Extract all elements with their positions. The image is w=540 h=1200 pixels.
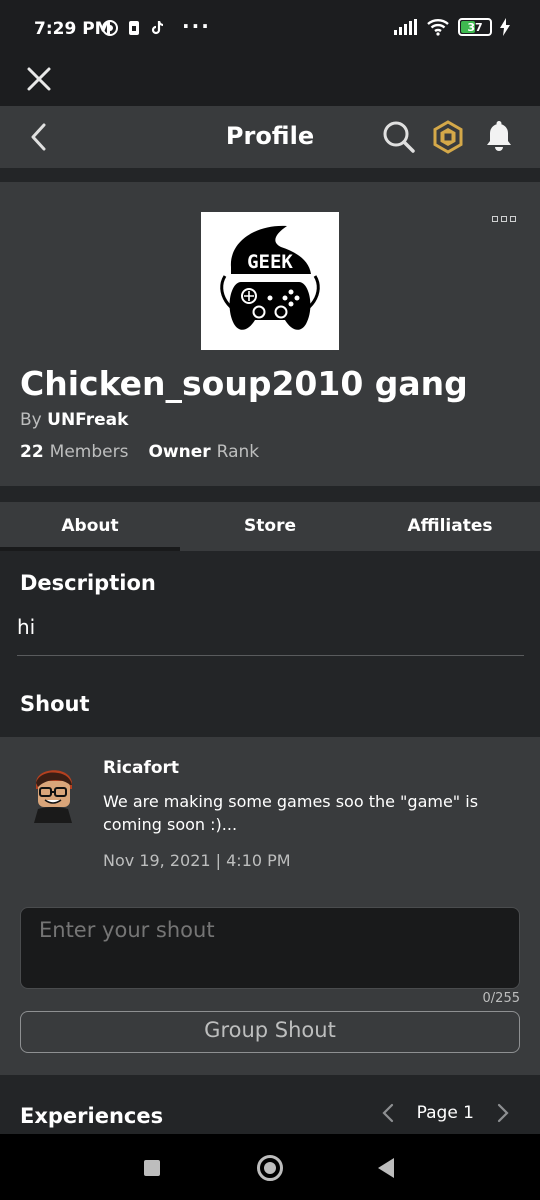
close-icon[interactable] xyxy=(26,66,52,92)
members-stat: 22 Members xyxy=(20,442,128,462)
bell-icon[interactable] xyxy=(484,120,514,154)
owner-by-label: By xyxy=(20,410,42,430)
group-owner: By UNFreak xyxy=(20,410,128,430)
chevron-right-icon[interactable] xyxy=(496,1102,510,1124)
shout-char-counter: 0/255 xyxy=(482,991,520,1006)
sim-icon xyxy=(129,21,139,35)
logo-text: GEEK xyxy=(247,251,293,273)
group-name: Chicken_soup2010 gang xyxy=(20,364,468,403)
system-nav-bar xyxy=(0,1134,540,1200)
signal-icon xyxy=(394,19,417,35)
members-count: 22 xyxy=(20,442,44,462)
robux-icon[interactable] xyxy=(432,120,464,154)
chevron-left-icon[interactable] xyxy=(381,1102,395,1124)
group-header-card: GEEK Chicken_soup2010 gang By UNFreak 22… xyxy=(0,182,540,486)
group-tabs: About Store Affiliates xyxy=(0,502,540,551)
shout-card: Ricafort We are making some games soo th… xyxy=(0,737,540,1075)
avatar[interactable] xyxy=(28,761,78,823)
page-indicator: Page 1 xyxy=(416,1103,474,1123)
tab-store[interactable]: Store xyxy=(180,502,360,551)
group-stats: 22 Members Owner Rank xyxy=(20,442,259,462)
shout-input[interactable] xyxy=(20,907,520,989)
owner-link[interactable]: UNFreak xyxy=(47,410,128,430)
shout-message: We are making some games soo the "game" … xyxy=(103,792,479,834)
group-logo[interactable]: GEEK xyxy=(201,212,339,350)
shout-heading: Shout xyxy=(20,692,90,716)
top-nav-bar: Profile xyxy=(0,106,540,168)
wifi-icon xyxy=(427,19,449,36)
more-options-icon[interactable] xyxy=(492,216,516,222)
status-more-icon: ··· xyxy=(182,14,211,38)
divider xyxy=(17,655,524,656)
experiences-pager: Page 1 xyxy=(381,1102,510,1124)
tab-about[interactable]: About xyxy=(0,502,180,551)
description-heading: Description xyxy=(20,571,156,595)
rank-value: Owner xyxy=(148,442,211,462)
shout-author[interactable]: Ricafort xyxy=(103,758,179,778)
group-shout-button[interactable]: Group Shout xyxy=(20,1011,520,1053)
battery-icon: 37 xyxy=(458,18,492,36)
rank-label: Rank xyxy=(216,442,260,462)
members-label: Members xyxy=(49,442,129,462)
tiktok-icon xyxy=(151,20,164,35)
search-icon[interactable] xyxy=(382,120,416,154)
experiences-heading: Experiences xyxy=(20,1104,164,1128)
home-icon[interactable] xyxy=(257,1155,283,1181)
battery-level: 37 xyxy=(467,20,483,34)
close-bar xyxy=(0,58,540,106)
status-system-icons: 37 xyxy=(394,18,510,36)
rank-stat: Owner Rank xyxy=(148,442,259,462)
system-back-icon[interactable] xyxy=(378,1158,394,1178)
description-text: hi xyxy=(17,615,36,639)
recents-icon[interactable] xyxy=(144,1160,160,1176)
chrome-icon xyxy=(102,20,118,36)
status-bar: 7:29 PM ··· 37 xyxy=(0,0,540,58)
status-time: 7:29 PM xyxy=(34,19,112,39)
tab-affiliates[interactable]: Affiliates xyxy=(360,502,540,551)
charging-icon xyxy=(500,18,510,36)
shout-timestamp: Nov 19, 2021 | 4:10 PM xyxy=(103,851,291,870)
gamepad-logo-icon: GEEK xyxy=(220,225,320,330)
status-notification-icons xyxy=(102,20,166,36)
